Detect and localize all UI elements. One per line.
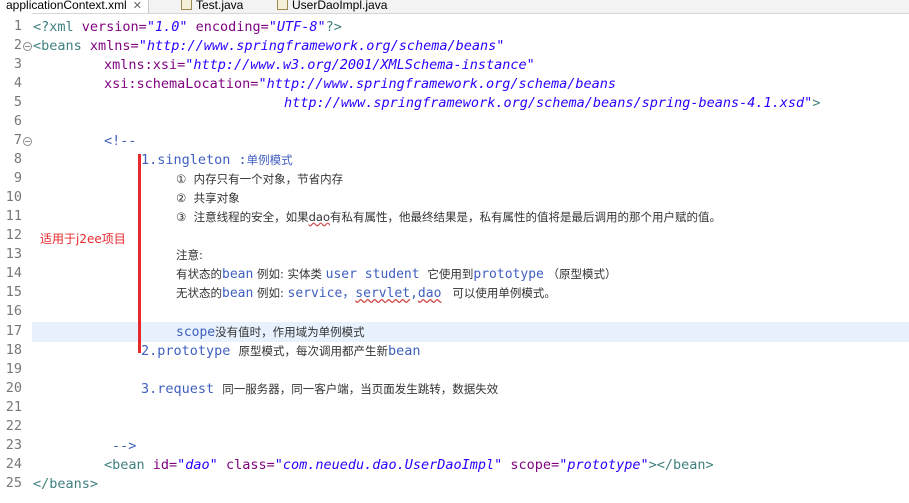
code-line-13: 注意:	[176, 248, 203, 262]
tab-applicationcontext-xml[interactable]: applicationContext.xml ✕	[0, 0, 149, 13]
tab-label: applicationContext.xml	[6, 0, 127, 12]
tab-label: Test.java	[196, 0, 244, 12]
line-number: 1	[13, 18, 22, 34]
annotation-label: 适用于j2ee项目	[40, 232, 126, 246]
line-number: 4	[13, 75, 22, 91]
line-number: 20	[5, 380, 22, 396]
line-number: 22	[5, 418, 22, 434]
line-number: 15	[5, 284, 22, 300]
current-line-highlight	[32, 322, 909, 342]
code-line-18: 2.prototype 原型模式，每次调用都产生新bean	[141, 343, 421, 359]
code-line-20: 3.request 同一服务器，同一客户端，当页面发生跳转，数据失效	[141, 381, 499, 397]
line-number: 3	[13, 56, 22, 72]
tab-label: UserDaoImpl.java	[292, 0, 388, 12]
java-file-icon	[277, 0, 288, 10]
line-number: 25	[5, 475, 22, 491]
tab-userdaoimpl-java[interactable]: UserDaoImpl.java	[277, 0, 387, 13]
line-number: 14	[5, 265, 22, 281]
code-line-4: xsi:schemaLocation="http://www.springfra…	[104, 76, 617, 92]
fold-collapse-icon[interactable]: −	[23, 137, 32, 146]
line-number: 11	[5, 208, 22, 224]
code-line-25: </beans>	[33, 476, 99, 492]
line-number: 13	[5, 246, 22, 262]
line-number: 7	[13, 132, 22, 148]
line-number: 9	[13, 170, 22, 186]
line-number: 24	[5, 456, 22, 472]
line-number: 23	[5, 437, 22, 453]
java-file-icon	[181, 0, 192, 10]
annotation-bar	[138, 154, 141, 353]
line-number: 5	[13, 94, 22, 110]
line-number: 8	[13, 151, 22, 167]
code-line-9: ① 内存只有一个对象，节省内存	[176, 172, 344, 186]
code-line-2: <beans xmlns="http://www.springframework…	[33, 38, 505, 54]
line-number: 18	[5, 342, 22, 358]
comment-close: -->	[112, 438, 137, 454]
line-number: 21	[5, 399, 22, 415]
code-line-8: 1.singleton :单例模式	[141, 152, 293, 168]
line-number: 17	[5, 323, 22, 339]
editor-tab-bar: applicationContext.xml ✕ Test.java UserDa…	[0, 0, 909, 14]
code-line-11: ③ 注意线程的安全，如果dao有私有属性，他最终结果是，私有属性的值将是最后调用…	[176, 210, 722, 224]
line-number: 10	[5, 189, 22, 205]
line-number: 2	[13, 37, 22, 53]
code-line-5: http://www.springframework.org/schema/be…	[284, 95, 821, 111]
tab-test-java[interactable]: Test.java	[181, 0, 243, 13]
line-number: 16	[5, 303, 22, 319]
code-line-3: xmlns:xsi="http://www.w3.org/2001/XMLSch…	[104, 57, 535, 73]
fold-collapse-icon[interactable]: −	[23, 42, 32, 51]
close-icon[interactable]: ✕	[133, 0, 142, 12]
line-number: 19	[5, 361, 22, 377]
comment-open: <!--	[104, 133, 137, 149]
line-number: 6	[13, 113, 22, 129]
code-line-15: 无状态的bean 例如: service，servlet,dao 可以使用单例模…	[176, 286, 556, 301]
code-line-10: ② 共享对象	[176, 191, 240, 205]
code-line-1: <?xml version="1.0" encoding="UTF-8"?>	[33, 19, 342, 35]
code-line-14: 有状态的bean 例如: 实体类 user student 它使用到protot…	[176, 267, 617, 282]
code-line-24: <bean id="dao" class="com.neuedu.dao.Use…	[104, 457, 714, 473]
line-number: 12	[5, 227, 22, 243]
code-line-17: scope没有值时，作用域为单例模式	[176, 325, 365, 340]
